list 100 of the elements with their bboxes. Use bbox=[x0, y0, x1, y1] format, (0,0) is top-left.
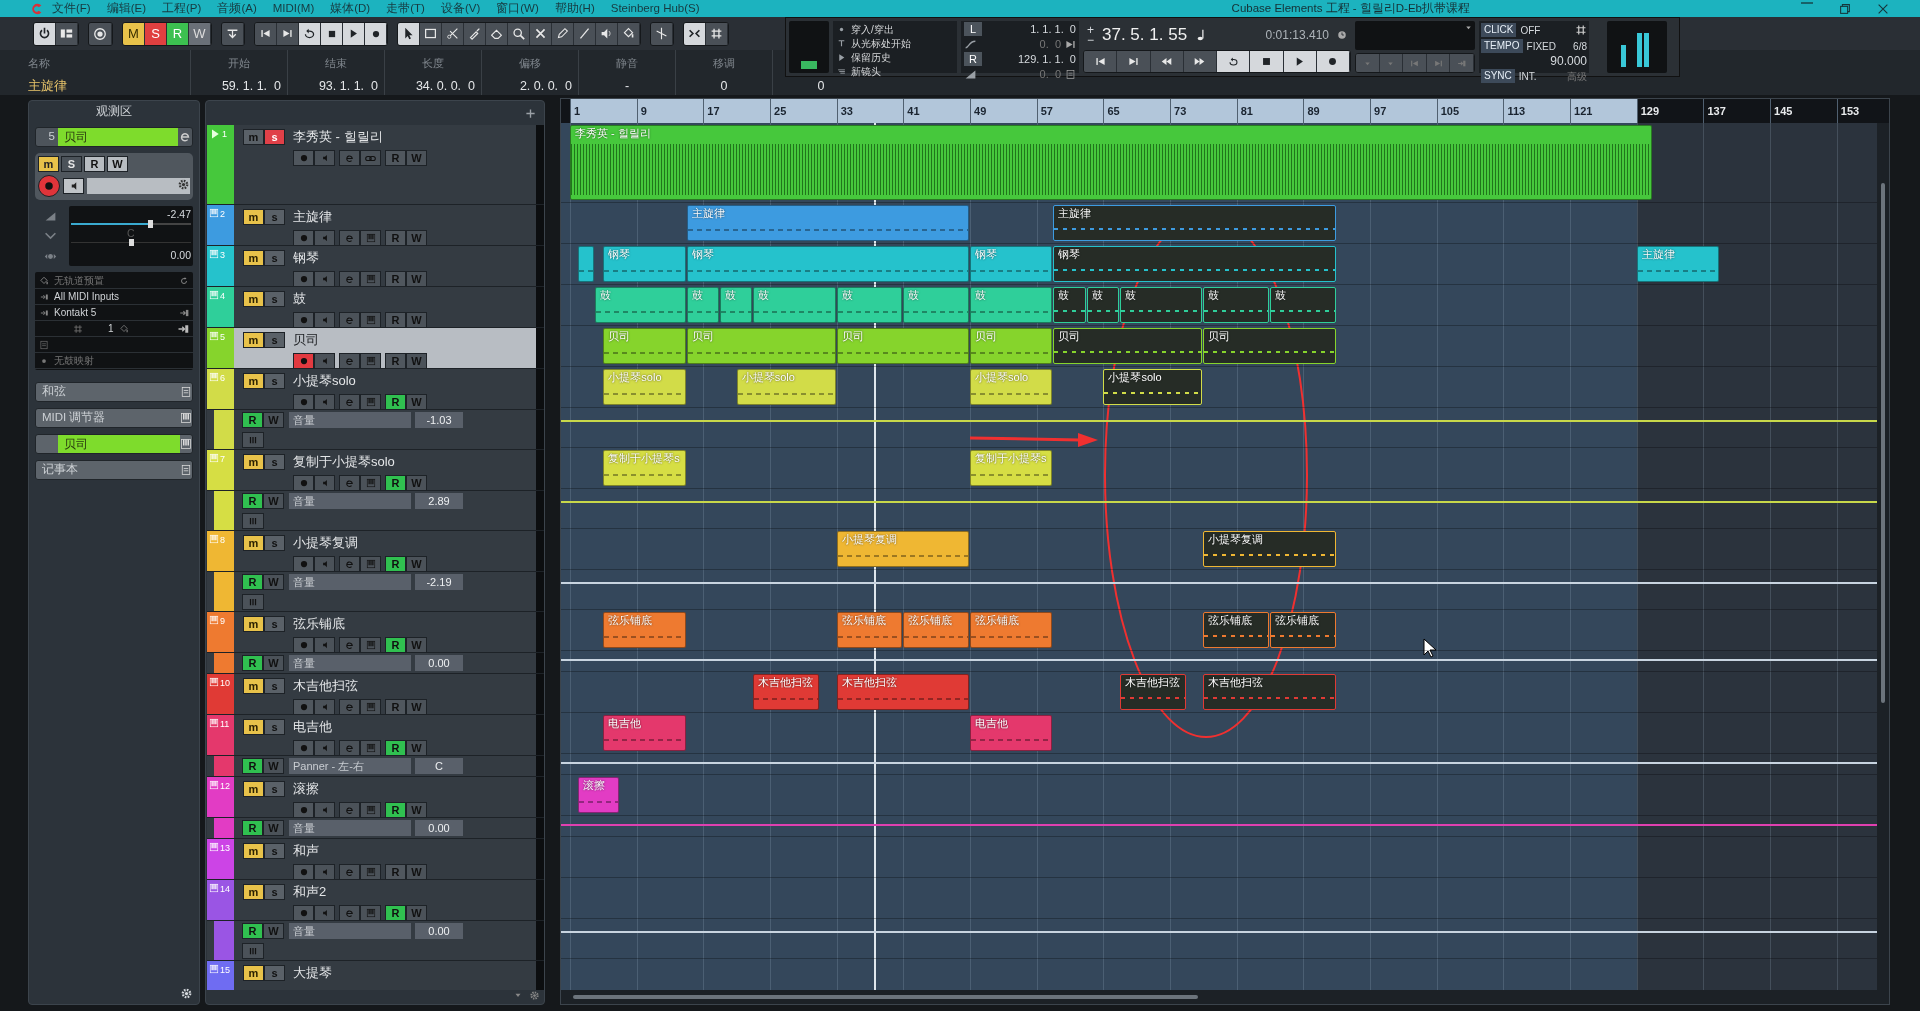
value-field[interactable]: 2.89 bbox=[415, 493, 463, 509]
solo-button[interactable]: s bbox=[264, 616, 285, 632]
track-name[interactable]: 滚擦 bbox=[293, 779, 319, 799]
inspector-section[interactable]: 和弦 bbox=[35, 382, 193, 402]
edit-button[interactable] bbox=[339, 475, 360, 490]
edit-button[interactable] bbox=[339, 353, 360, 368]
parameter-field[interactable]: 音量 bbox=[289, 574, 411, 590]
menu-item[interactable]: 设备(V) bbox=[432, 0, 489, 17]
go-to-end-button[interactable] bbox=[277, 22, 299, 45]
diamond-icon[interactable] bbox=[118, 323, 129, 334]
instrument-button[interactable] bbox=[360, 394, 381, 409]
locator-position[interactable]: 1. 1. 1. 0 bbox=[1030, 20, 1076, 38]
split-tool-button[interactable] bbox=[442, 22, 464, 45]
instrument-button[interactable] bbox=[360, 699, 381, 714]
instrument-button[interactable] bbox=[360, 905, 381, 920]
track-header[interactable]: 14 m s 和声2 R W bbox=[207, 880, 544, 921]
marker-button[interactable] bbox=[1403, 54, 1427, 72]
write-button[interactable]: W bbox=[107, 156, 128, 172]
solo-button[interactable]: s bbox=[264, 454, 285, 470]
add-track-icon[interactable] bbox=[525, 107, 536, 119]
track-name[interactable]: 小提琴solo bbox=[293, 371, 356, 391]
field-value[interactable]: 2. 0. 0. 0 bbox=[482, 79, 578, 93]
track-header[interactable]: 7 m s 复制于小提琴solo R W bbox=[207, 450, 544, 491]
solo-button[interactable]: s bbox=[264, 291, 285, 307]
midi-clip[interactable]: 滚擦 bbox=[578, 777, 619, 813]
track-header[interactable]: 12 m s 滚擦 R W bbox=[207, 777, 544, 818]
track-name[interactable]: 大提琴 bbox=[293, 963, 332, 983]
read-button[interactable]: R bbox=[242, 758, 263, 774]
edit-icon[interactable] bbox=[178, 130, 192, 144]
status-label[interactable]: CLICK bbox=[1481, 23, 1517, 37]
midi-clip[interactable]: 钢琴 bbox=[1053, 246, 1336, 282]
cycle-button[interactable] bbox=[299, 22, 321, 45]
grid-button[interactable] bbox=[706, 22, 728, 45]
time-signature[interactable]: 6/8 bbox=[1573, 38, 1587, 54]
midi-clip[interactable]: 弦乐铺底 bbox=[1270, 612, 1336, 648]
volume-slider-thumb[interactable] bbox=[148, 220, 154, 228]
snap-button[interactable] bbox=[651, 22, 673, 45]
mute-button[interactable]: m bbox=[243, 781, 264, 797]
pan-slider-thumb[interactable] bbox=[129, 239, 134, 246]
read-button[interactable]: R bbox=[242, 412, 263, 428]
drum-map-value[interactable]: 无鼓映射 bbox=[54, 353, 94, 368]
lanes-button[interactable] bbox=[242, 513, 264, 529]
go-to-end-button[interactable] bbox=[1117, 51, 1151, 72]
solo-button[interactable]: s bbox=[264, 843, 285, 859]
snap-type-button[interactable] bbox=[684, 22, 706, 45]
menu-item[interactable]: 音频(A) bbox=[209, 0, 265, 17]
read-button[interactable]: R bbox=[242, 923, 263, 939]
midi-clip[interactable]: 弦乐铺底 bbox=[1203, 612, 1270, 648]
menu-item[interactable]: 媒体(D) bbox=[322, 0, 379, 17]
zoom-tool-button[interactable] bbox=[508, 22, 530, 45]
cycle-range[interactable] bbox=[570, 99, 1637, 123]
track-header[interactable]: 9 m s 弦乐铺底 R W bbox=[207, 612, 544, 653]
field-value[interactable]: 0 bbox=[676, 79, 772, 93]
track-header[interactable]: 1 m s 李秀英 - 힐릴리 R W bbox=[207, 125, 544, 205]
pattern-icon[interactable] bbox=[1575, 24, 1587, 36]
edit-button[interactable] bbox=[339, 150, 360, 166]
record-mode-button[interactable] bbox=[89, 22, 112, 45]
record-enable-button[interactable] bbox=[293, 905, 314, 920]
mute-button[interactable]: m bbox=[243, 129, 264, 145]
layout-button[interactable] bbox=[56, 22, 78, 45]
locator-button[interactable]: L bbox=[964, 22, 982, 36]
monitor-button[interactable] bbox=[63, 178, 84, 194]
record-enable-button[interactable] bbox=[293, 353, 314, 368]
punch-option[interactable]: 保留历史 bbox=[851, 49, 891, 65]
field-value[interactable]: 0 bbox=[773, 79, 869, 93]
track-name[interactable]: 和声 bbox=[293, 841, 319, 861]
instrument-button[interactable] bbox=[360, 802, 381, 817]
mute-button[interactable]: M bbox=[123, 22, 145, 45]
record-enable-button[interactable] bbox=[293, 699, 314, 714]
solo-button[interactable]: s bbox=[264, 884, 285, 900]
record-enable-button[interactable] bbox=[293, 556, 314, 571]
value-field[interactable]: C bbox=[415, 758, 463, 774]
track-header[interactable]: 6 m s 小提琴solo R W bbox=[207, 369, 544, 410]
marker-button[interactable] bbox=[1426, 54, 1451, 72]
parameter-field[interactable]: 音量 bbox=[289, 820, 411, 836]
record-enable-button[interactable] bbox=[293, 271, 314, 286]
menu-item[interactable]: Steinberg Hub(S) bbox=[602, 0, 708, 17]
record-enable-button[interactable] bbox=[293, 475, 314, 490]
mute-button[interactable]: m bbox=[243, 250, 264, 266]
midi-clip[interactable]: 鼓 bbox=[1270, 287, 1336, 323]
mute-button[interactable]: m bbox=[243, 884, 264, 900]
value-field[interactable]: 0.00 bbox=[415, 655, 463, 671]
glue-tool-button[interactable] bbox=[464, 22, 486, 45]
value-field[interactable]: -1.03 bbox=[415, 412, 463, 428]
track-header[interactable]: 11 m s 电吉他 R W bbox=[207, 715, 544, 756]
input-transformer-field[interactable] bbox=[87, 178, 190, 194]
read-button[interactable]: R bbox=[242, 574, 263, 590]
track-name[interactable]: 主旋律 bbox=[293, 207, 332, 227]
midi-clip[interactable]: 鼓 bbox=[1053, 287, 1086, 323]
edit-button[interactable] bbox=[339, 740, 360, 755]
mute-button[interactable]: m bbox=[243, 843, 264, 859]
solo-button[interactable]: S bbox=[61, 156, 82, 172]
menu-item[interactable]: 文件(F) bbox=[44, 0, 99, 17]
read-button[interactable]: R bbox=[242, 655, 263, 671]
draw-tool-button[interactable] bbox=[552, 22, 574, 45]
inspector-section[interactable]: 贝司 bbox=[35, 434, 193, 454]
edit-button[interactable] bbox=[339, 556, 360, 571]
read-button[interactable]: R bbox=[385, 905, 406, 920]
routing-value[interactable]: 无轨道预置 bbox=[54, 273, 104, 288]
track-name[interactable]: 木吉他扫弦 bbox=[293, 676, 358, 696]
